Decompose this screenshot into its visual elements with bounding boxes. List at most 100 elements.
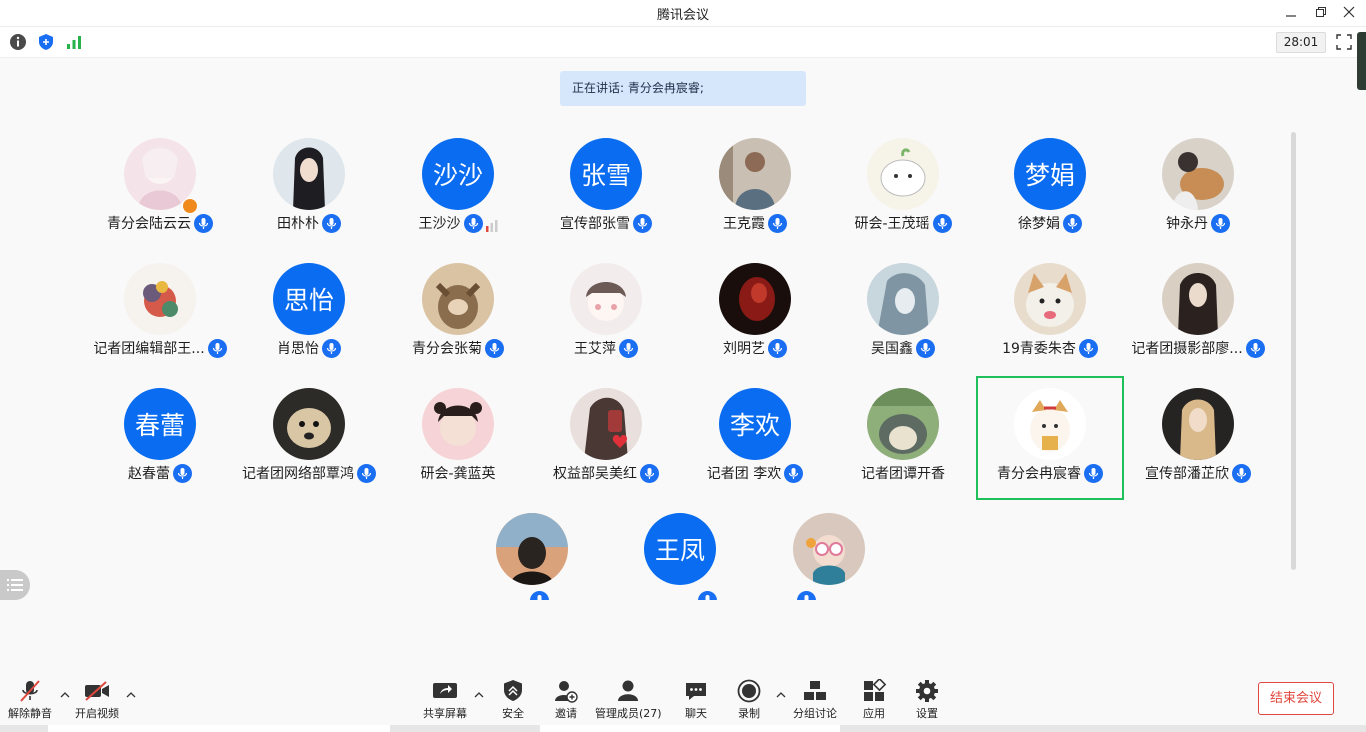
participant-tile[interactable]: 青分会陆云云 bbox=[86, 126, 234, 250]
restore-button[interactable] bbox=[1308, 2, 1334, 22]
avatar bbox=[1162, 263, 1234, 335]
manage-members-label: 管理成员(27) bbox=[595, 707, 662, 720]
chat-icon bbox=[686, 683, 706, 700]
participant-name-line: 青分会陆云云 bbox=[86, 212, 234, 234]
participant-tile[interactable]: 研会-王茂瑶 bbox=[829, 126, 977, 250]
microphone-icon bbox=[640, 463, 659, 483]
microphone-icon bbox=[916, 338, 935, 358]
microphone-icon bbox=[194, 213, 213, 233]
participant-grid: 青分会陆云云 田朴朴 沙沙 王沙沙 张雪 宣传部张雪 王克霞研会-王茂瑶 梦娟 徐梦娟钟永丹记者… bbox=[0, 0, 1290, 600]
microphone-icon bbox=[489, 342, 500, 354]
invite-label: 邀请 bbox=[555, 707, 577, 720]
microphone-icon bbox=[789, 467, 799, 479]
audio-level-strip bbox=[1357, 32, 1366, 90]
settings-label: 设置 bbox=[916, 707, 938, 720]
participant-tile[interactable]: 权益部吴美红 bbox=[532, 376, 680, 500]
microphone-icon bbox=[1063, 213, 1082, 233]
participant-tile[interactable]: 田朴朴 bbox=[235, 126, 383, 250]
participant-name-line: 肖思怡 bbox=[235, 337, 383, 359]
chevron-up-icon[interactable] bbox=[126, 690, 136, 700]
participant-name: 赵春蕾 bbox=[128, 466, 170, 482]
microphone-icon bbox=[920, 342, 931, 354]
invite-button[interactable]: 邀请 bbox=[551, 678, 581, 722]
avatar bbox=[1162, 388, 1234, 460]
microphone-icon bbox=[932, 213, 952, 233]
breakout-rooms-button[interactable]: 分组讨论 bbox=[793, 678, 837, 722]
chat-button[interactable]: 聊天 bbox=[681, 678, 711, 722]
participant-tile[interactable] bbox=[755, 501, 903, 600]
avatar-initials: 王凤 bbox=[644, 513, 716, 585]
participant-tile[interactable]: 王艾萍 bbox=[532, 251, 680, 375]
participant-tile[interactable]: 刘明艺 bbox=[681, 251, 829, 375]
grid-scrollbar[interactable] bbox=[1291, 132, 1296, 570]
settings-button[interactable]: 设置 bbox=[912, 678, 942, 722]
participant-tile[interactable]: 沙沙 王沙沙 bbox=[384, 126, 532, 250]
chevron-up-icon[interactable] bbox=[776, 690, 786, 700]
fullscreen-button[interactable] bbox=[1334, 32, 1354, 52]
camera-off-icon bbox=[85, 681, 109, 701]
participant-tile[interactable]: 李欢 记者团 李欢 bbox=[681, 376, 829, 500]
participant-name: 钟永丹 bbox=[1166, 216, 1208, 232]
participant-name: 研会-王茂瑶 bbox=[854, 216, 930, 232]
microphone-icon bbox=[361, 467, 372, 479]
participant-name: 刘明艺 bbox=[723, 341, 765, 357]
manage-members-button[interactable]: 管理成员(27) bbox=[595, 678, 662, 722]
close-button[interactable] bbox=[1336, 2, 1362, 22]
participant-tile[interactable]: 梦娟 徐梦娟 bbox=[976, 126, 1124, 250]
participant-tile[interactable]: 研会-龚蓝英 bbox=[384, 376, 532, 500]
end-meeting-button[interactable]: 结束会议 bbox=[1258, 682, 1334, 715]
microphone-icon bbox=[1236, 467, 1247, 479]
close-icon bbox=[1343, 6, 1355, 18]
participant-tile[interactable]: 宣传部潘芷欣 bbox=[1124, 376, 1272, 500]
participant-name-line: 记者团网络部覃鸿 bbox=[235, 462, 383, 484]
participant-name-line: 宣传部张雪 bbox=[532, 212, 680, 234]
participant-tile[interactable]: 王克霞 bbox=[681, 126, 829, 250]
participant-list-toggle[interactable] bbox=[0, 570, 30, 600]
gear-icon bbox=[916, 680, 938, 702]
members-icon bbox=[618, 680, 639, 701]
participant-tile[interactable]: 钟永丹 bbox=[1124, 126, 1272, 250]
microphone-icon bbox=[619, 338, 638, 358]
participant-tile[interactable]: 张雪 宣传部张雪 bbox=[532, 126, 680, 250]
participant-name-line: 研会-王茂瑶 bbox=[829, 212, 977, 234]
participant-tile[interactable]: 青分会张菊 bbox=[384, 251, 532, 375]
microphone-icon bbox=[1215, 217, 1226, 229]
participant-tile[interactable]: 思怡 肖思怡 bbox=[235, 251, 383, 375]
participant-tile[interactable]: 王凤 bbox=[606, 501, 754, 600]
record-icon bbox=[737, 679, 761, 703]
participant-tile[interactable]: 记者团摄影部廖... bbox=[1124, 251, 1272, 375]
participant-name: 19青委朱杏 bbox=[1002, 341, 1076, 357]
microphone-icon bbox=[177, 467, 188, 479]
start-video-button[interactable]: 开启视频 bbox=[75, 678, 119, 722]
microphone-icon bbox=[772, 342, 783, 354]
start-video-label: 开启视频 bbox=[75, 707, 119, 720]
share-screen-button[interactable]: 共享屏幕 bbox=[423, 678, 467, 722]
microphone-icon bbox=[485, 338, 504, 358]
participant-name-line: 吴国鑫 bbox=[829, 337, 977, 359]
record-button[interactable]: 录制 bbox=[734, 678, 764, 722]
security-button[interactable]: 安全 bbox=[498, 678, 528, 722]
microphone-icon bbox=[1083, 342, 1094, 354]
participant-tile[interactable]: 青分会冉宸睿 bbox=[976, 376, 1124, 500]
participant-tile[interactable]: 记者团谭开香 bbox=[829, 376, 977, 500]
chevron-up-icon[interactable] bbox=[60, 690, 70, 700]
participant-tile[interactable] bbox=[458, 501, 606, 600]
participant-tile[interactable]: 记者团网络部覃鸿 bbox=[235, 376, 383, 500]
unmute-button[interactable]: 解除静音 bbox=[8, 678, 52, 722]
participant-tile[interactable]: 19青委朱杏 bbox=[976, 251, 1124, 375]
apps-button[interactable]: 应用 bbox=[859, 678, 889, 722]
participant-name-line: 19青委朱杏 bbox=[976, 337, 1124, 359]
avatar bbox=[496, 513, 568, 585]
chevron-up-icon[interactable] bbox=[474, 690, 484, 700]
microphone-icon bbox=[535, 595, 544, 600]
participant-name-line: 研会-龚蓝英 bbox=[384, 462, 532, 484]
microphone-icon bbox=[1078, 338, 1098, 358]
participant-tile[interactable]: 记者团编辑部王... bbox=[86, 251, 234, 375]
record-label: 录制 bbox=[738, 707, 760, 720]
avatar bbox=[719, 138, 791, 210]
participant-name-line: 赵春蕾 bbox=[86, 462, 234, 484]
participant-name: 肖思怡 bbox=[277, 341, 319, 357]
participant-tile[interactable]: 吴国鑫 bbox=[829, 251, 977, 375]
participant-tile[interactable]: 春蕾 赵春蕾 bbox=[86, 376, 234, 500]
participant-name-line: 权益部吴美红 bbox=[532, 462, 680, 484]
